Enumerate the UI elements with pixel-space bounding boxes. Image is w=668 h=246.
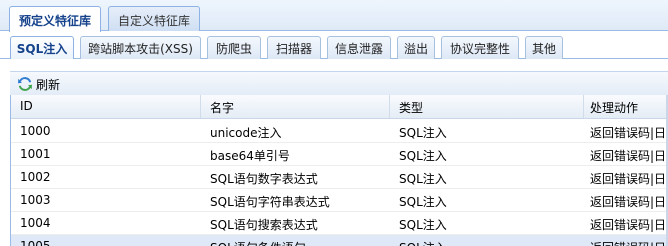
cell-action: 返回错误码|日志 <box>590 149 668 163</box>
cell-id: 1004 <box>20 216 51 230</box>
cell-id: 1000 <box>20 124 51 138</box>
table-row[interactable]: 1005 SQL语句条件语句 SQL注入 返回错误码|日志 <box>11 235 668 246</box>
cell-name: SQL语句条件语句 <box>201 235 390 246</box>
table-row[interactable]: 1001 base64单引号 SQL注入 返回错误码|日志 <box>11 143 668 166</box>
tab-custom-signatures[interactable]: 自定义特征库 <box>108 6 200 31</box>
column-header-name[interactable]: 名字 <box>201 95 390 118</box>
cell-name: unicode注入 <box>210 126 282 140</box>
cell-name: base64单引号 <box>210 149 290 163</box>
cell-action: 返回错误码|日志 <box>590 218 668 232</box>
refresh-label: 刷新 <box>36 77 61 92</box>
cell-id: 1002 <box>20 170 51 184</box>
column-header-type[interactable]: 类型 <box>390 95 584 118</box>
cell-action: 返回错误码|日志 <box>584 235 668 246</box>
signature-grid: ID 名字 类型 处理动作 1000 unicode注入 SQL注入 返回错误码… <box>10 95 668 246</box>
tab-anti-crawler[interactable]: 防爬虫 <box>207 36 261 59</box>
table-row[interactable]: 1003 SQL语句字符串表达式 SQL注入 返回错误码|日志 <box>11 189 668 212</box>
cell-type: SQL注入 <box>390 235 584 246</box>
cell-type: SQL注入 <box>399 195 447 209</box>
category-tab-strip: SQL注入 跨站脚本攻击(XSS) 防爬虫 扫描器 信息泄露 溢出 协议完整性 … <box>0 32 668 60</box>
column-header-action[interactable]: 处理动作 <box>584 95 668 118</box>
cell-type: SQL注入 <box>399 172 447 186</box>
tab-overflow[interactable]: 溢出 <box>397 36 435 59</box>
table-row[interactable]: 1002 SQL语句数字表达式 SQL注入 返回错误码|日志 <box>11 166 668 189</box>
tab-scanner[interactable]: 扫描器 <box>267 36 321 59</box>
refresh-button[interactable]: 刷新 <box>17 75 60 93</box>
toolbar: 刷新 <box>0 59 668 95</box>
cell-type: SQL注入 <box>399 218 447 232</box>
cell-type: SQL注入 <box>399 149 447 163</box>
tab-other[interactable]: 其他 <box>525 36 563 59</box>
cell-name: SQL语句数字表达式 <box>210 172 318 186</box>
cell-action: 返回错误码|日志 <box>590 195 668 209</box>
table-row[interactable]: 1004 SQL语句搜索表达式 SQL注入 返回错误码|日志 <box>11 212 668 235</box>
tab-predefined-signatures[interactable]: 预定义特征库 <box>9 6 101 32</box>
cell-id: 1005 <box>20 239 51 246</box>
top-tab-strip: 预定义特征库 自定义特征库 <box>0 0 668 32</box>
cell-type: SQL注入 <box>399 126 447 140</box>
cell-id: 1003 <box>20 193 51 207</box>
tab-info-leak[interactable]: 信息泄露 <box>327 36 391 59</box>
cell-action: 返回错误码|日志 <box>590 126 668 140</box>
tab-protocol-integrity[interactable]: 协议完整性 <box>441 36 519 59</box>
refresh-icon <box>18 77 32 91</box>
cell-name: SQL语句搜索表达式 <box>210 218 318 232</box>
cell-name: SQL语句字符串表达式 <box>210 195 330 209</box>
cell-action: 返回错误码|日志 <box>590 172 668 186</box>
tab-sql-injection[interactable]: SQL注入 <box>10 36 74 60</box>
tab-xss[interactable]: 跨站脚本攻击(XSS) <box>80 36 201 59</box>
grid-header: ID 名字 类型 处理动作 <box>11 95 668 119</box>
column-header-id[interactable]: ID <box>11 95 201 118</box>
table-row[interactable]: 1000 unicode注入 SQL注入 返回错误码|日志 <box>11 120 668 143</box>
toolbar-bar: 刷新 <box>10 71 668 95</box>
cell-id: 1001 <box>20 147 51 161</box>
